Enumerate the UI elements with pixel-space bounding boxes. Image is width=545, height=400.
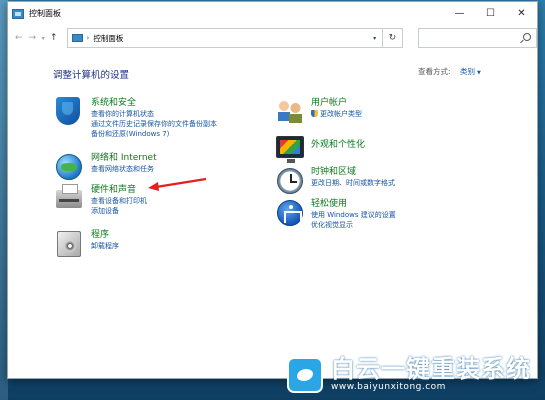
link-change-date-time-format[interactable]: 更改日期、时间或数字格式: [311, 178, 395, 188]
navigation-bar: ← → ▾ ↑ › 控制面板 ▾ ↻: [8, 26, 538, 50]
control-panel-icon: [12, 8, 24, 19]
link-file-history-backup[interactable]: 通过文件历史记录保存你的文件备份副本: [91, 119, 217, 129]
back-arrow-icon[interactable]: ←: [12, 29, 26, 47]
category-ease-of-access: 轻松使用 使用 Windows 建议的设置 优化视觉显示: [274, 198, 396, 230]
bird-logo-icon: [287, 356, 323, 393]
link-devices-printers[interactable]: 查看设备和打印机: [91, 196, 147, 206]
search-icon[interactable]: [523, 33, 532, 41]
category-title-network-internet[interactable]: 网络和 Internet: [91, 152, 157, 164]
watermark-title: 白云一键重装系统: [331, 355, 531, 383]
users-icon[interactable]: [274, 97, 304, 127]
chevron-down-icon[interactable]: ▼: [477, 70, 481, 76]
category-title-user-accounts[interactable]: 用户帐户: [311, 97, 362, 109]
category-appearance: 外观和个性化: [274, 133, 365, 163]
view-by-label: 查看方式:: [418, 67, 451, 76]
search-input[interactable]: [417, 28, 538, 48]
breadcrumb-separator[interactable]: ›: [87, 34, 90, 42]
address-dropdown-icon[interactable]: ▾: [373, 35, 376, 42]
page-title: 调整计算机的设置: [53, 70, 130, 81]
category-system-security: 系统和安全 查看你的计算机状态 通过文件历史记录保存你的文件备份副本 备份和还原…: [54, 97, 217, 139]
link-network-status[interactable]: 查看网络状态和任务: [91, 164, 157, 174]
shield-icon[interactable]: [54, 97, 84, 127]
watermark-url: www.baiyunxitong.com: [331, 382, 446, 392]
link-uninstall-program[interactable]: 卸载程序: [91, 241, 119, 251]
category-user-accounts: 用户帐户 更改帐户类型: [274, 97, 362, 127]
link-add-device[interactable]: 添加设备: [91, 206, 147, 216]
close-button[interactable]: ✕: [506, 2, 537, 26]
link-optimize-display[interactable]: 优化视觉显示: [311, 220, 396, 230]
annotation-arrow-icon: [148, 177, 207, 191]
link-backup-restore[interactable]: 备份和还原(Windows 7): [91, 129, 217, 139]
address-bar[interactable]: › 控制面板 ▾: [66, 28, 384, 48]
category-title-system-security[interactable]: 系统和安全: [91, 97, 217, 109]
globe-icon[interactable]: [54, 152, 84, 182]
minimize-button[interactable]: —: [444, 2, 475, 26]
view-by-value[interactable]: 类别: [460, 67, 475, 76]
window-title: 控制面板: [29, 9, 61, 18]
title-bar: 控制面板 — ☐ ✕: [8, 2, 537, 26]
control-panel-window: 控制面板 — ☐ ✕ ← → ▾ ↑ › 控制面板 ▾ ↻ 调整计算机的设置 查…: [7, 1, 538, 379]
link-change-account-type[interactable]: 更改帐户类型: [311, 109, 362, 119]
refresh-button[interactable]: ↻: [383, 28, 403, 48]
link-recommended-settings[interactable]: 使用 Windows 建议的设置: [311, 210, 396, 220]
category-programs: 程序 卸载程序: [54, 229, 119, 259]
recent-locations-dropdown[interactable]: ▾: [39, 29, 47, 47]
link-view-computer-status[interactable]: 查看你的计算机状态: [91, 109, 217, 119]
uac-shield-icon: [311, 110, 318, 117]
clock-icon[interactable]: [274, 166, 304, 196]
programs-icon[interactable]: [54, 229, 84, 259]
category-title-appearance[interactable]: 外观和个性化: [311, 139, 365, 151]
watermark: 白云一键重装系统 www.baiyunxitong.com: [287, 349, 545, 400]
category-hardware-sound: 硬件和声音 查看设备和打印机 添加设备: [54, 184, 147, 216]
category-network-internet: 网络和 Internet 查看网络状态和任务: [54, 152, 157, 182]
category-title-ease-of-access[interactable]: 轻松使用: [311, 198, 396, 210]
accessibility-icon[interactable]: [274, 198, 304, 228]
forward-arrow-icon[interactable]: →: [26, 29, 40, 47]
maximize-button[interactable]: ☐: [475, 2, 506, 26]
window-controls: — ☐ ✕: [444, 2, 537, 26]
up-arrow-icon[interactable]: ↑: [47, 29, 61, 47]
view-by-dropdown[interactable]: 类别 ▼: [460, 66, 481, 77]
control-panel-small-icon: [71, 34, 83, 42]
category-title-programs[interactable]: 程序: [91, 229, 119, 241]
category-title-hardware-sound[interactable]: 硬件和声音: [91, 184, 147, 196]
printer-icon[interactable]: [54, 184, 84, 214]
category-title-clock-region[interactable]: 时钟和区域: [311, 166, 395, 178]
appearance-icon[interactable]: [274, 133, 304, 163]
category-clock-region: 时钟和区域 更改日期、时间或数字格式: [274, 166, 395, 196]
main-content: 调整计算机的设置 查看方式: 类别 ▼ 系统和安全 查看你的计算机状态 通过文件历…: [8, 52, 537, 378]
breadcrumb-control-panel[interactable]: 控制面板: [93, 33, 123, 44]
